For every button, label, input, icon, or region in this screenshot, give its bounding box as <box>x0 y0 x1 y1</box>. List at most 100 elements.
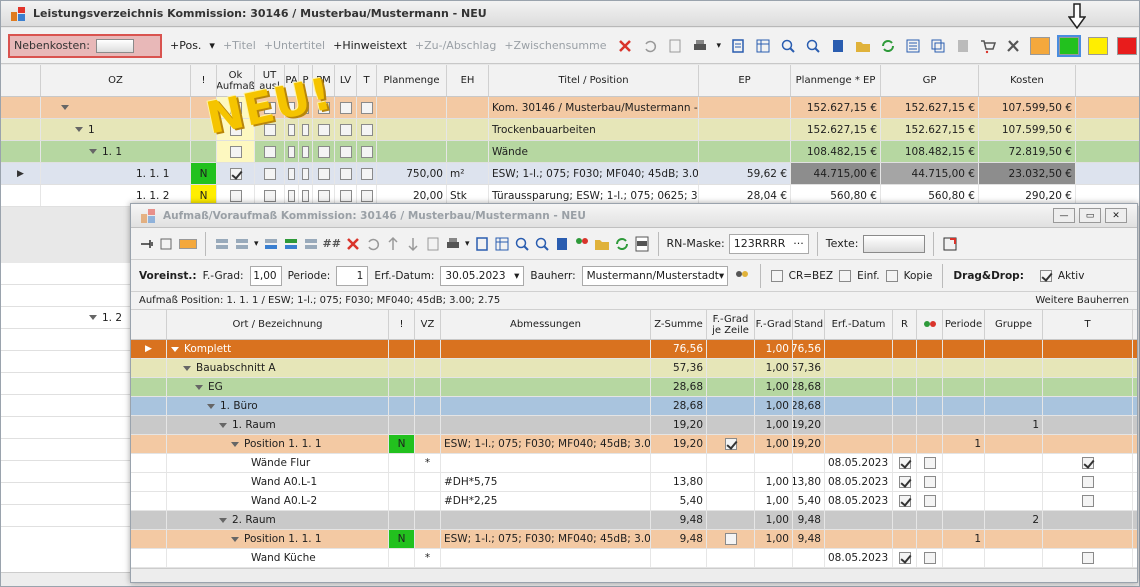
flag-checkbox[interactable] <box>317 167 330 180</box>
column-header[interactable]: Periode <box>943 310 985 339</box>
t-checkbox[interactable] <box>1081 476 1094 488</box>
column-header[interactable]: OZ <box>41 65 191 96</box>
save-icon[interactable] <box>425 236 441 252</box>
flag-checkbox[interactable] <box>302 189 309 202</box>
column-header[interactable]: Kosten <box>979 65 1076 96</box>
add-zuabschlag-button[interactable]: +Zu-/Abschlag <box>415 39 496 52</box>
column-header[interactable]: GP <box>881 65 979 96</box>
add-pos-button[interactable]: +Pos. <box>170 39 201 52</box>
print-dropdown-icon[interactable]: ▾ <box>465 239 470 249</box>
column-header[interactable]: Planmenge <box>377 65 447 96</box>
folder-icon[interactable] <box>594 236 610 252</box>
r-checkbox[interactable] <box>898 476 911 488</box>
flag-checkbox[interactable] <box>360 167 373 180</box>
copy-icon[interactable] <box>930 38 946 54</box>
aufmass-row[interactable]: ▶ Komplett 76,56 1,00 76,56 <box>131 340 1137 359</box>
expand-icon[interactable] <box>75 127 83 132</box>
periode-input[interactable]: 1 <box>336 265 369 286</box>
fgrad-je-zeile-checkbox[interactable] <box>724 438 737 450</box>
documents-icon[interactable] <box>955 38 971 54</box>
aufmass-row[interactable]: Bauabschnitt A 57,36 1,00 57,36 <box>131 359 1137 378</box>
flag-checkbox[interactable] <box>360 101 373 114</box>
main-horizontal-scrollbar[interactable] <box>1 572 131 586</box>
insert-row-below-icon[interactable] <box>234 236 250 252</box>
insert-row-icon[interactable] <box>214 236 230 252</box>
color-yellow-swatch[interactable] <box>1088 36 1109 55</box>
aufmass-row[interactable]: Wand Küche * 08.05.2023 <box>131 549 1137 568</box>
aufmass-row[interactable]: Wände Flur * 08.05.2023 <box>131 454 1137 473</box>
table-icon[interactable] <box>494 236 510 252</box>
r-checkbox[interactable] <box>898 457 911 469</box>
ruler-icon[interactable] <box>179 238 197 249</box>
t-checkbox[interactable] <box>1081 457 1094 469</box>
lv-row[interactable]: 1 Trockenbauarbeiten 152.627,15 €152.627,1… <box>1 119 1139 141</box>
cart-icon[interactable] <box>980 38 997 54</box>
flag-checkbox[interactable] <box>317 145 330 158</box>
einf-checkbox[interactable] <box>839 269 852 282</box>
aufmass-row[interactable]: Position 1. 1. 1 N ESW; 1-l.; 075; F030; M… <box>131 435 1137 454</box>
flag-checkbox[interactable] <box>360 123 373 136</box>
lv-row[interactable]: 1. 1 Wände 108.482,15 €108.482,15 €72.819,… <box>1 141 1139 163</box>
bauherr-people-icon[interactable] <box>734 268 750 284</box>
aufmass-row[interactable]: 2. Raum 9,48 1,00 9,48 2 <box>131 511 1137 530</box>
texte-toggle[interactable] <box>862 234 925 253</box>
aufmass-horizontal-scrollbar[interactable] <box>131 568 1137 582</box>
bauherr-checkbox[interactable] <box>923 476 936 488</box>
rn-mask-button[interactable]: ··· <box>793 237 804 250</box>
move-down-icon[interactable] <box>405 236 421 252</box>
column-header[interactable]: ! <box>389 310 415 339</box>
expand-icon[interactable] <box>231 441 239 447</box>
flag-checkbox[interactable] <box>360 189 373 202</box>
add-line-icon[interactable] <box>303 236 319 252</box>
color-orange-swatch[interactable] <box>1030 36 1051 55</box>
table-icon[interactable] <box>755 38 771 54</box>
column-header[interactable]: Titel / Position <box>489 65 699 96</box>
pdf-icon[interactable] <box>634 236 650 252</box>
cr-bez-checkbox[interactable] <box>770 269 783 282</box>
flag-checkbox[interactable] <box>302 145 309 158</box>
refresh-icon[interactable] <box>614 236 630 252</box>
print-dropdown-icon[interactable]: ▾ <box>717 41 722 51</box>
maximize-button[interactable]: ▭ <box>1079 208 1101 223</box>
aktiv-checkbox[interactable] <box>1039 269 1052 282</box>
refresh-icon[interactable] <box>880 38 896 54</box>
fgrad-je-zeile-checkbox[interactable] <box>724 533 737 545</box>
flag-checkbox[interactable] <box>317 123 330 136</box>
bauherr-checkbox[interactable] <box>923 457 936 469</box>
lv-row[interactable]: Kom. 30146 / Musterbau/Mustermann - NEU 1… <box>1 97 1139 119</box>
list-icon[interactable] <box>905 38 921 54</box>
t-checkbox[interactable] <box>1081 495 1094 507</box>
column-header[interactable]: F.-Grad <box>755 310 793 339</box>
color-green-swatch[interactable] <box>1057 34 1082 57</box>
zoom-out-icon[interactable] <box>805 38 821 54</box>
add-zwischensumme-button[interactable]: +Zwischensumme <box>504 39 606 52</box>
t-checkbox[interactable] <box>1081 552 1094 564</box>
minimize-button[interactable]: — <box>1053 208 1075 223</box>
add-hinweistext-button[interactable]: +Hinweistext <box>333 39 407 52</box>
column-header[interactable]: Z-Summe <box>651 310 707 339</box>
calculator-icon[interactable] <box>830 38 846 54</box>
pin-icon[interactable] <box>139 236 155 252</box>
report-icon[interactable] <box>730 38 746 54</box>
flag-checkbox[interactable] <box>288 145 295 158</box>
nebenkosten-toggle[interactable] <box>95 38 134 53</box>
expand-icon[interactable] <box>61 105 69 110</box>
insert-dropdown-icon[interactable]: ▾ <box>254 239 259 249</box>
aufmass-row[interactable]: 1. Raum 19,20 1,00 19,20 1 <box>131 416 1137 435</box>
flag-checkbox[interactable] <box>302 167 309 180</box>
expand-icon[interactable] <box>219 517 227 523</box>
ok-aufmass-checkbox[interactable] <box>229 167 242 180</box>
erf-datum-select[interactable]: 30.05.2023 ▾ <box>440 265 525 286</box>
move-up-icon[interactable] <box>385 236 401 252</box>
fgrad-input[interactable]: 1,00 <box>249 265 282 286</box>
expand-icon[interactable] <box>942 236 958 252</box>
column-header[interactable]: EH <box>447 65 489 96</box>
rn-mask-field[interactable]: 123RRRR ··· <box>728 233 809 254</box>
bauherr-checkbox[interactable] <box>923 495 936 507</box>
zoom-out-icon[interactable] <box>534 236 550 252</box>
column-header[interactable]: R <box>893 310 917 339</box>
add-untertitel-button[interactable]: +Untertitel <box>264 39 325 52</box>
bauherr-select[interactable]: Mustermann/Musterstadt ▾ <box>581 265 728 286</box>
aufmass-row[interactable]: Wand A0.L-1 #DH*5,75 13,80 1,00 13,80 08.05.2… <box>131 473 1137 492</box>
edit-icon[interactable] <box>159 236 175 252</box>
